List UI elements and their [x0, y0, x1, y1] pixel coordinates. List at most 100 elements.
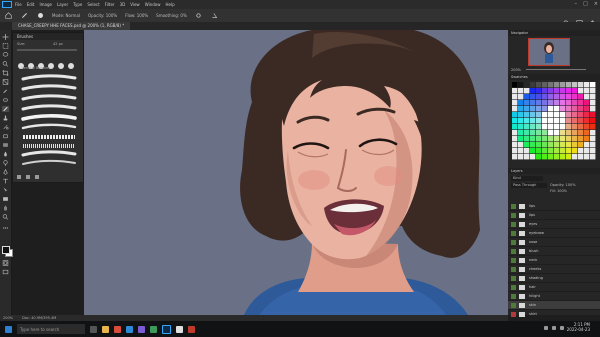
brush-size-slider[interactable] [17, 49, 77, 51]
hand-tool-icon[interactable] [2, 205, 9, 211]
gear-icon[interactable] [195, 12, 203, 20]
opacity-field[interactable]: Opacity: 100% [88, 13, 117, 18]
swatch-cell[interactable] [584, 142, 590, 148]
swatch-cell[interactable] [518, 94, 524, 100]
swatch-cell[interactable] [578, 82, 584, 88]
dodge-tool-icon[interactable] [2, 160, 9, 166]
swatch-cell[interactable] [518, 106, 524, 112]
swatch-cell[interactable] [542, 100, 548, 106]
swatch-cell[interactable] [578, 118, 584, 124]
menu-3d[interactable]: 3D [120, 2, 126, 7]
swatch-cell[interactable] [566, 112, 572, 118]
swatch-cell[interactable] [548, 100, 554, 106]
gradient-tool-icon[interactable] [2, 142, 9, 148]
swatch-cell[interactable] [566, 94, 572, 100]
swatch-cell[interactable] [560, 82, 566, 88]
swatch-cell[interactable] [518, 112, 524, 118]
swatch-cell[interactable] [554, 142, 560, 148]
swatch-cell[interactable] [590, 88, 596, 94]
swatch-cell[interactable] [578, 142, 584, 148]
visibility-eye-icon[interactable] [511, 266, 516, 272]
swatch-cell[interactable] [536, 130, 542, 136]
swatch-cell[interactable] [530, 82, 536, 88]
mode-field[interactable]: Mode: Normal [52, 13, 80, 18]
task-view-icon[interactable] [90, 325, 97, 333]
eyedropper-tool-icon[interactable] [2, 88, 9, 94]
home-icon[interactable] [4, 12, 12, 20]
share-icon[interactable] [589, 12, 596, 25]
swatch-cell[interactable] [548, 154, 554, 160]
discord-icon[interactable] [138, 325, 145, 333]
layer-row[interactable]: hair [508, 283, 600, 292]
swatch-cell[interactable] [590, 148, 596, 154]
swatch-cell[interactable] [560, 130, 566, 136]
visibility-eye-icon[interactable] [511, 212, 516, 218]
swatch-cell[interactable] [572, 94, 578, 100]
swatch-cell[interactable] [536, 142, 542, 148]
swatch-cell[interactable] [554, 154, 560, 160]
swatch-cell[interactable] [554, 94, 560, 100]
visibility-eye-icon[interactable] [511, 239, 516, 245]
swatch-cell[interactable] [566, 88, 572, 94]
swatch-cell[interactable] [548, 142, 554, 148]
swatch-cell[interactable] [524, 88, 530, 94]
brush-folder-label[interactable]: General Brushes [21, 66, 50, 70]
steam-icon[interactable] [176, 325, 183, 333]
frame-tool-icon[interactable] [2, 79, 9, 85]
swatch-cell[interactable] [572, 142, 578, 148]
swatch-cell[interactable] [578, 124, 584, 130]
swatch-cell[interactable] [560, 100, 566, 106]
layer-row[interactable]: cheeks [508, 265, 600, 274]
swatch-cell[interactable] [512, 106, 518, 112]
swatch-cell[interactable] [572, 148, 578, 154]
swatch-cell[interactable] [518, 154, 524, 160]
swatch-cell[interactable] [566, 118, 572, 124]
swatch-cell[interactable] [584, 136, 590, 142]
swatch-cell[interactable] [584, 130, 590, 136]
swatch-cell[interactable] [560, 106, 566, 112]
swatch-cell[interactable] [542, 124, 548, 130]
visibility-eye-icon[interactable] [511, 257, 516, 263]
layer-row[interactable]: skin [508, 301, 600, 310]
move-tool-icon[interactable] [2, 34, 9, 40]
swatch-cell[interactable] [542, 118, 548, 124]
swatch-cell[interactable] [578, 88, 584, 94]
layer-fill[interactable]: Fill: 100% [550, 189, 567, 193]
chrome-icon[interactable] [114, 325, 121, 333]
swatch-cell[interactable] [518, 148, 524, 154]
swatch-cell[interactable] [536, 124, 542, 130]
visibility-eye-icon[interactable] [511, 293, 516, 299]
menu-filter[interactable]: Filter [105, 2, 115, 7]
swatch-cell[interactable] [590, 94, 596, 100]
brush-tool-icon[interactable] [2, 106, 9, 112]
file-explorer-icon[interactable] [102, 325, 109, 333]
swatch-cell[interactable] [584, 82, 590, 88]
swatch-cell[interactable] [530, 130, 536, 136]
smoothing-field[interactable]: Smoothing: 0% [156, 13, 187, 18]
swatch-cell[interactable] [560, 118, 566, 124]
layer-blend-mode[interactable]: Pass Through [511, 183, 547, 188]
swatch-cell[interactable] [530, 88, 536, 94]
swatch-cell[interactable] [542, 154, 548, 160]
brush-tool-icon[interactable] [20, 12, 28, 20]
maximize-icon[interactable]: □ [583, 1, 588, 7]
swatch-cell[interactable] [590, 142, 596, 148]
layer-row[interactable]: lips [508, 211, 600, 220]
swatch-cell[interactable] [524, 112, 530, 118]
swatch-cell[interactable] [590, 112, 596, 118]
swatch-cell[interactable] [554, 88, 560, 94]
swatch-cell[interactable] [590, 154, 596, 160]
layer-row[interactable]: lips [508, 202, 600, 211]
swatch-cell[interactable] [542, 112, 548, 118]
menu-edit[interactable]: Edit [27, 2, 35, 7]
layer-filter-kind[interactable]: Kind [511, 176, 543, 181]
layer-row[interactable]: shading [508, 274, 600, 283]
swatch-cell[interactable] [548, 118, 554, 124]
swatch-cell[interactable] [524, 130, 530, 136]
start-icon[interactable] [5, 325, 12, 333]
layer-row[interactable]: blush [508, 247, 600, 256]
edge-icon[interactable] [126, 325, 133, 333]
menu-layer[interactable]: Layer [57, 2, 68, 7]
swatch-cell[interactable] [524, 142, 530, 148]
minimize-icon[interactable]: – [575, 1, 578, 7]
